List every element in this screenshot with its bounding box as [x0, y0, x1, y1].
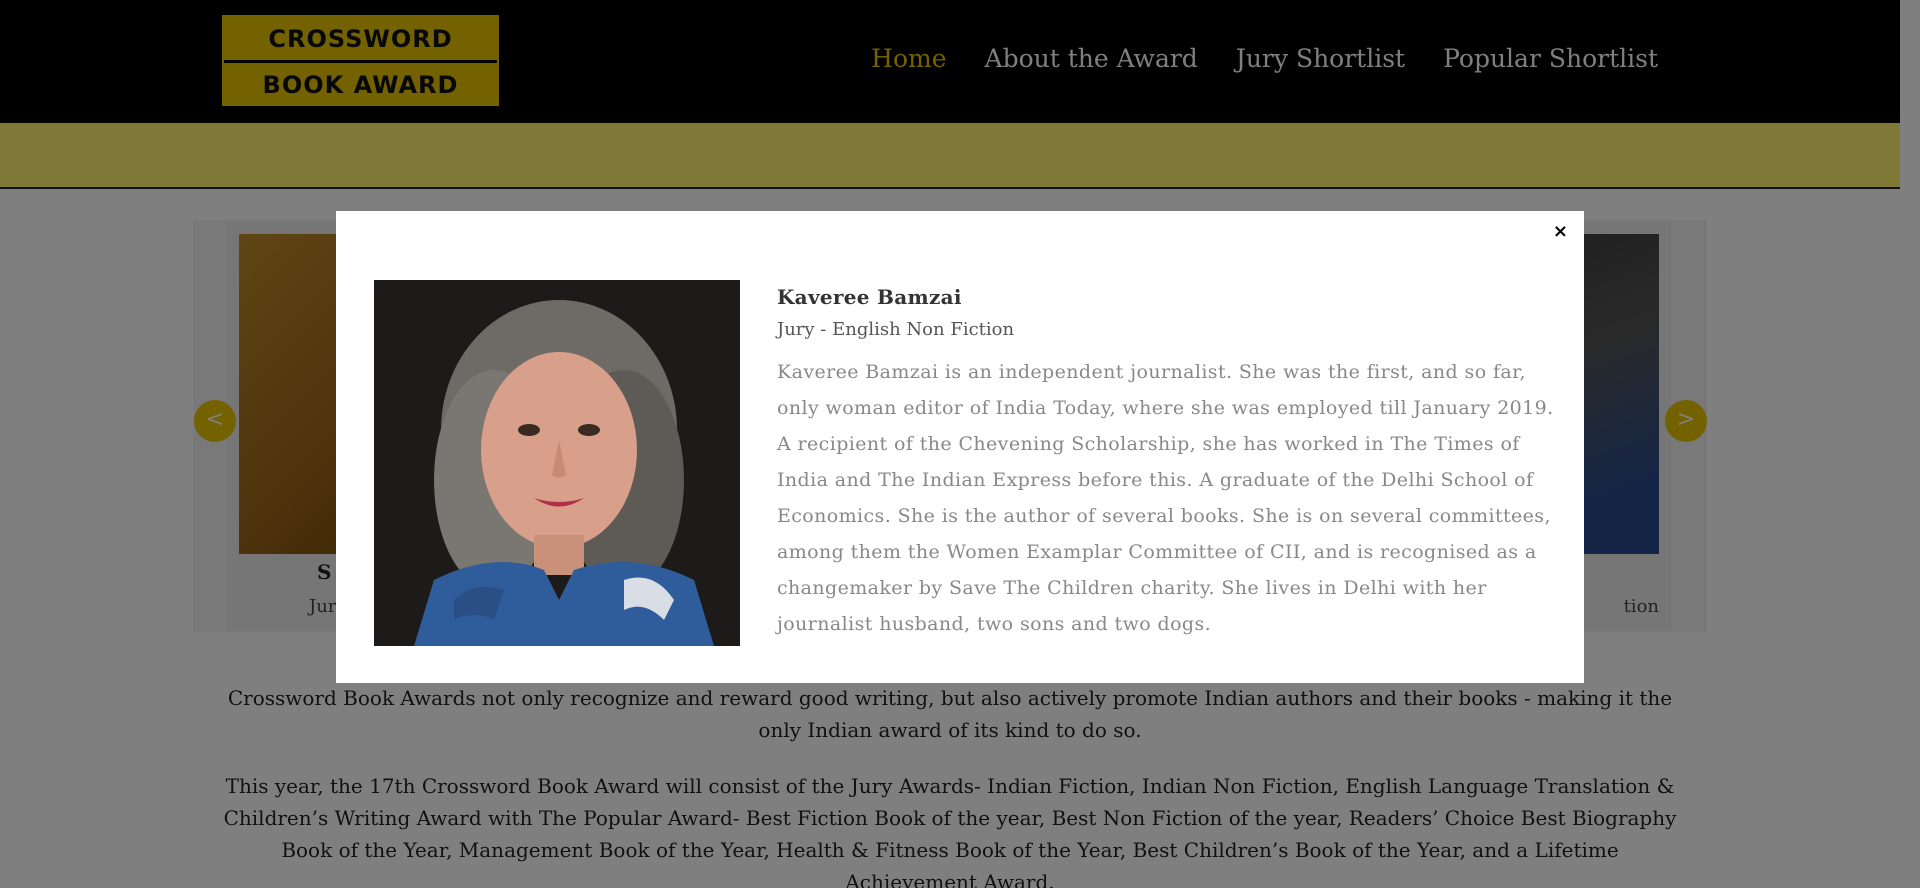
jury-role: Jury - English Non Fiction — [777, 319, 1015, 340]
close-icon[interactable]: × — [1553, 221, 1568, 242]
jury-portrait — [374, 280, 740, 646]
jury-detail-modal: × Kaveree Bamzai Jury - English Non Fict… — [336, 211, 1584, 683]
jury-name: Kaveree Bamzai — [777, 285, 962, 309]
portrait-image — [374, 280, 740, 646]
jury-info: Kaveree Bamzai Jury - English Non Fictio… — [777, 285, 1557, 642]
jury-bio: Kaveree Bamzai is an independent journal… — [777, 361, 1554, 635]
